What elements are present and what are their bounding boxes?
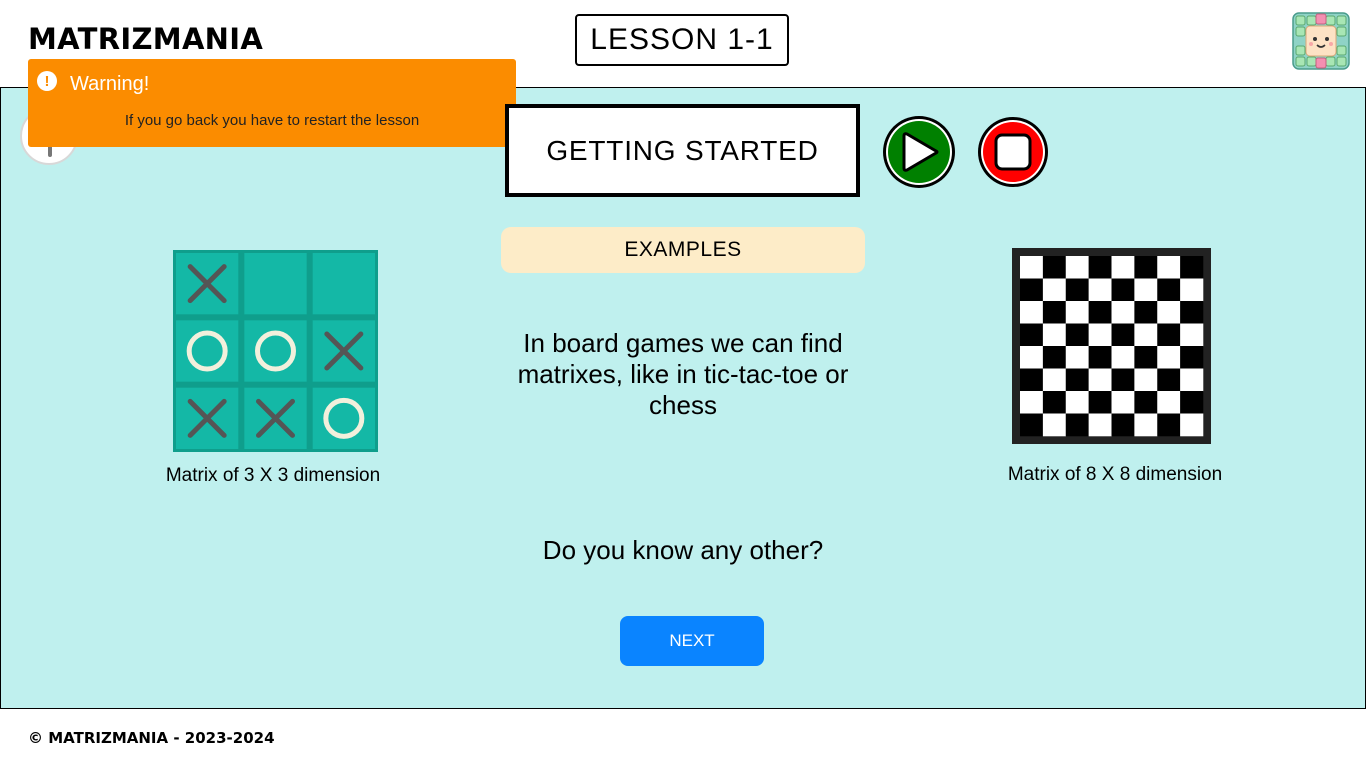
lesson-body-text: In board games we can find matrixes, lik…	[517, 328, 849, 420]
board-square	[1180, 346, 1204, 369]
board-square	[1042, 278, 1067, 302]
tic-tac-toe-image	[173, 250, 378, 452]
board-square	[1065, 368, 1089, 392]
copyright-text: © MATRIZMANIA - 2023-2024	[28, 729, 275, 747]
board-square	[1042, 323, 1067, 347]
board-square	[1157, 278, 1181, 302]
board-square	[1088, 301, 1112, 324]
ttt-cell	[244, 320, 307, 382]
board-square	[1180, 301, 1204, 324]
next-button[interactable]: NEXT	[620, 616, 764, 666]
board-square	[1042, 301, 1067, 324]
board-square	[1157, 391, 1181, 414]
board-square	[1180, 368, 1204, 392]
board-square	[1157, 256, 1181, 279]
board-square	[1180, 413, 1204, 437]
board-square	[1088, 346, 1112, 369]
board-square	[1111, 346, 1135, 369]
lesson-title: LESSON 1-1	[575, 14, 789, 66]
board-square	[1180, 323, 1204, 347]
ttt-cell	[312, 253, 375, 315]
board-square	[1157, 323, 1181, 347]
board-square	[1042, 346, 1067, 369]
board-square	[1157, 368, 1181, 392]
board-square	[1042, 368, 1067, 392]
board-square	[1088, 413, 1112, 437]
lesson-question: Do you know any other?	[542, 535, 824, 565]
board-square	[1065, 301, 1089, 324]
tic-tac-toe-caption: Matrix of 3 X 3 dimension	[165, 465, 381, 486]
toast-title: Warning!	[70, 73, 150, 95]
board-square	[1180, 278, 1204, 302]
chess-board-caption: Matrix of 8 X 8 dimension	[1007, 464, 1223, 485]
board-square	[1157, 346, 1181, 369]
board-square	[1042, 413, 1067, 437]
board-square	[1134, 391, 1158, 414]
board-square	[1088, 278, 1112, 302]
section-title: GETTING STARTED	[505, 104, 860, 197]
board-square	[1088, 256, 1112, 279]
toast-message: If you go back you have to restart the l…	[124, 112, 420, 129]
board-square	[1020, 278, 1044, 302]
ttt-cell	[176, 320, 239, 382]
board-square	[1134, 256, 1158, 279]
board-square	[1065, 391, 1089, 414]
board-square	[1020, 301, 1044, 324]
board-square	[1180, 256, 1204, 279]
board-square	[1111, 301, 1135, 324]
board-square	[1180, 391, 1204, 414]
board-square	[1134, 278, 1158, 302]
board-square	[1111, 278, 1135, 302]
board-square	[1020, 391, 1044, 414]
chess-board-image	[1012, 248, 1211, 444]
board-square	[1020, 323, 1044, 347]
board-square	[1134, 413, 1158, 437]
exclamation-icon: !	[37, 71, 57, 91]
play-button[interactable]	[881, 114, 957, 190]
board-square	[1157, 301, 1181, 324]
board-square	[1042, 256, 1067, 279]
stop-icon	[994, 133, 1032, 171]
board-square	[1134, 301, 1158, 324]
board-square	[1020, 346, 1044, 369]
ttt-cell	[312, 387, 375, 449]
board-square	[1065, 278, 1089, 302]
examples-label: EXAMPLES	[501, 227, 865, 273]
board-square	[1134, 368, 1158, 392]
board-square	[1111, 323, 1135, 347]
board-square	[1065, 256, 1089, 279]
board-square	[1088, 323, 1112, 347]
board-square	[1111, 256, 1135, 279]
board-square	[1157, 413, 1181, 437]
board-square	[1088, 368, 1112, 392]
board-square	[1065, 413, 1089, 437]
warning-toast: ! Warning! If you go back you have to re…	[28, 59, 516, 147]
board-square	[1134, 323, 1158, 347]
board-square	[1111, 391, 1135, 414]
board-square	[1065, 323, 1089, 347]
ttt-cell	[244, 253, 307, 315]
board-square	[1134, 346, 1158, 369]
board-square	[1020, 256, 1044, 279]
board-square	[1020, 368, 1044, 392]
stop-button[interactable]	[977, 116, 1049, 188]
board-square	[1088, 391, 1112, 414]
brand-logo: MATRIZMANIA	[28, 22, 264, 56]
board-square	[1042, 391, 1067, 414]
board-square	[1065, 346, 1089, 369]
board-square	[1111, 413, 1135, 437]
board-square	[1111, 368, 1135, 392]
board-square	[1020, 413, 1044, 437]
matrix-mascot-icon[interactable]	[1292, 12, 1350, 70]
